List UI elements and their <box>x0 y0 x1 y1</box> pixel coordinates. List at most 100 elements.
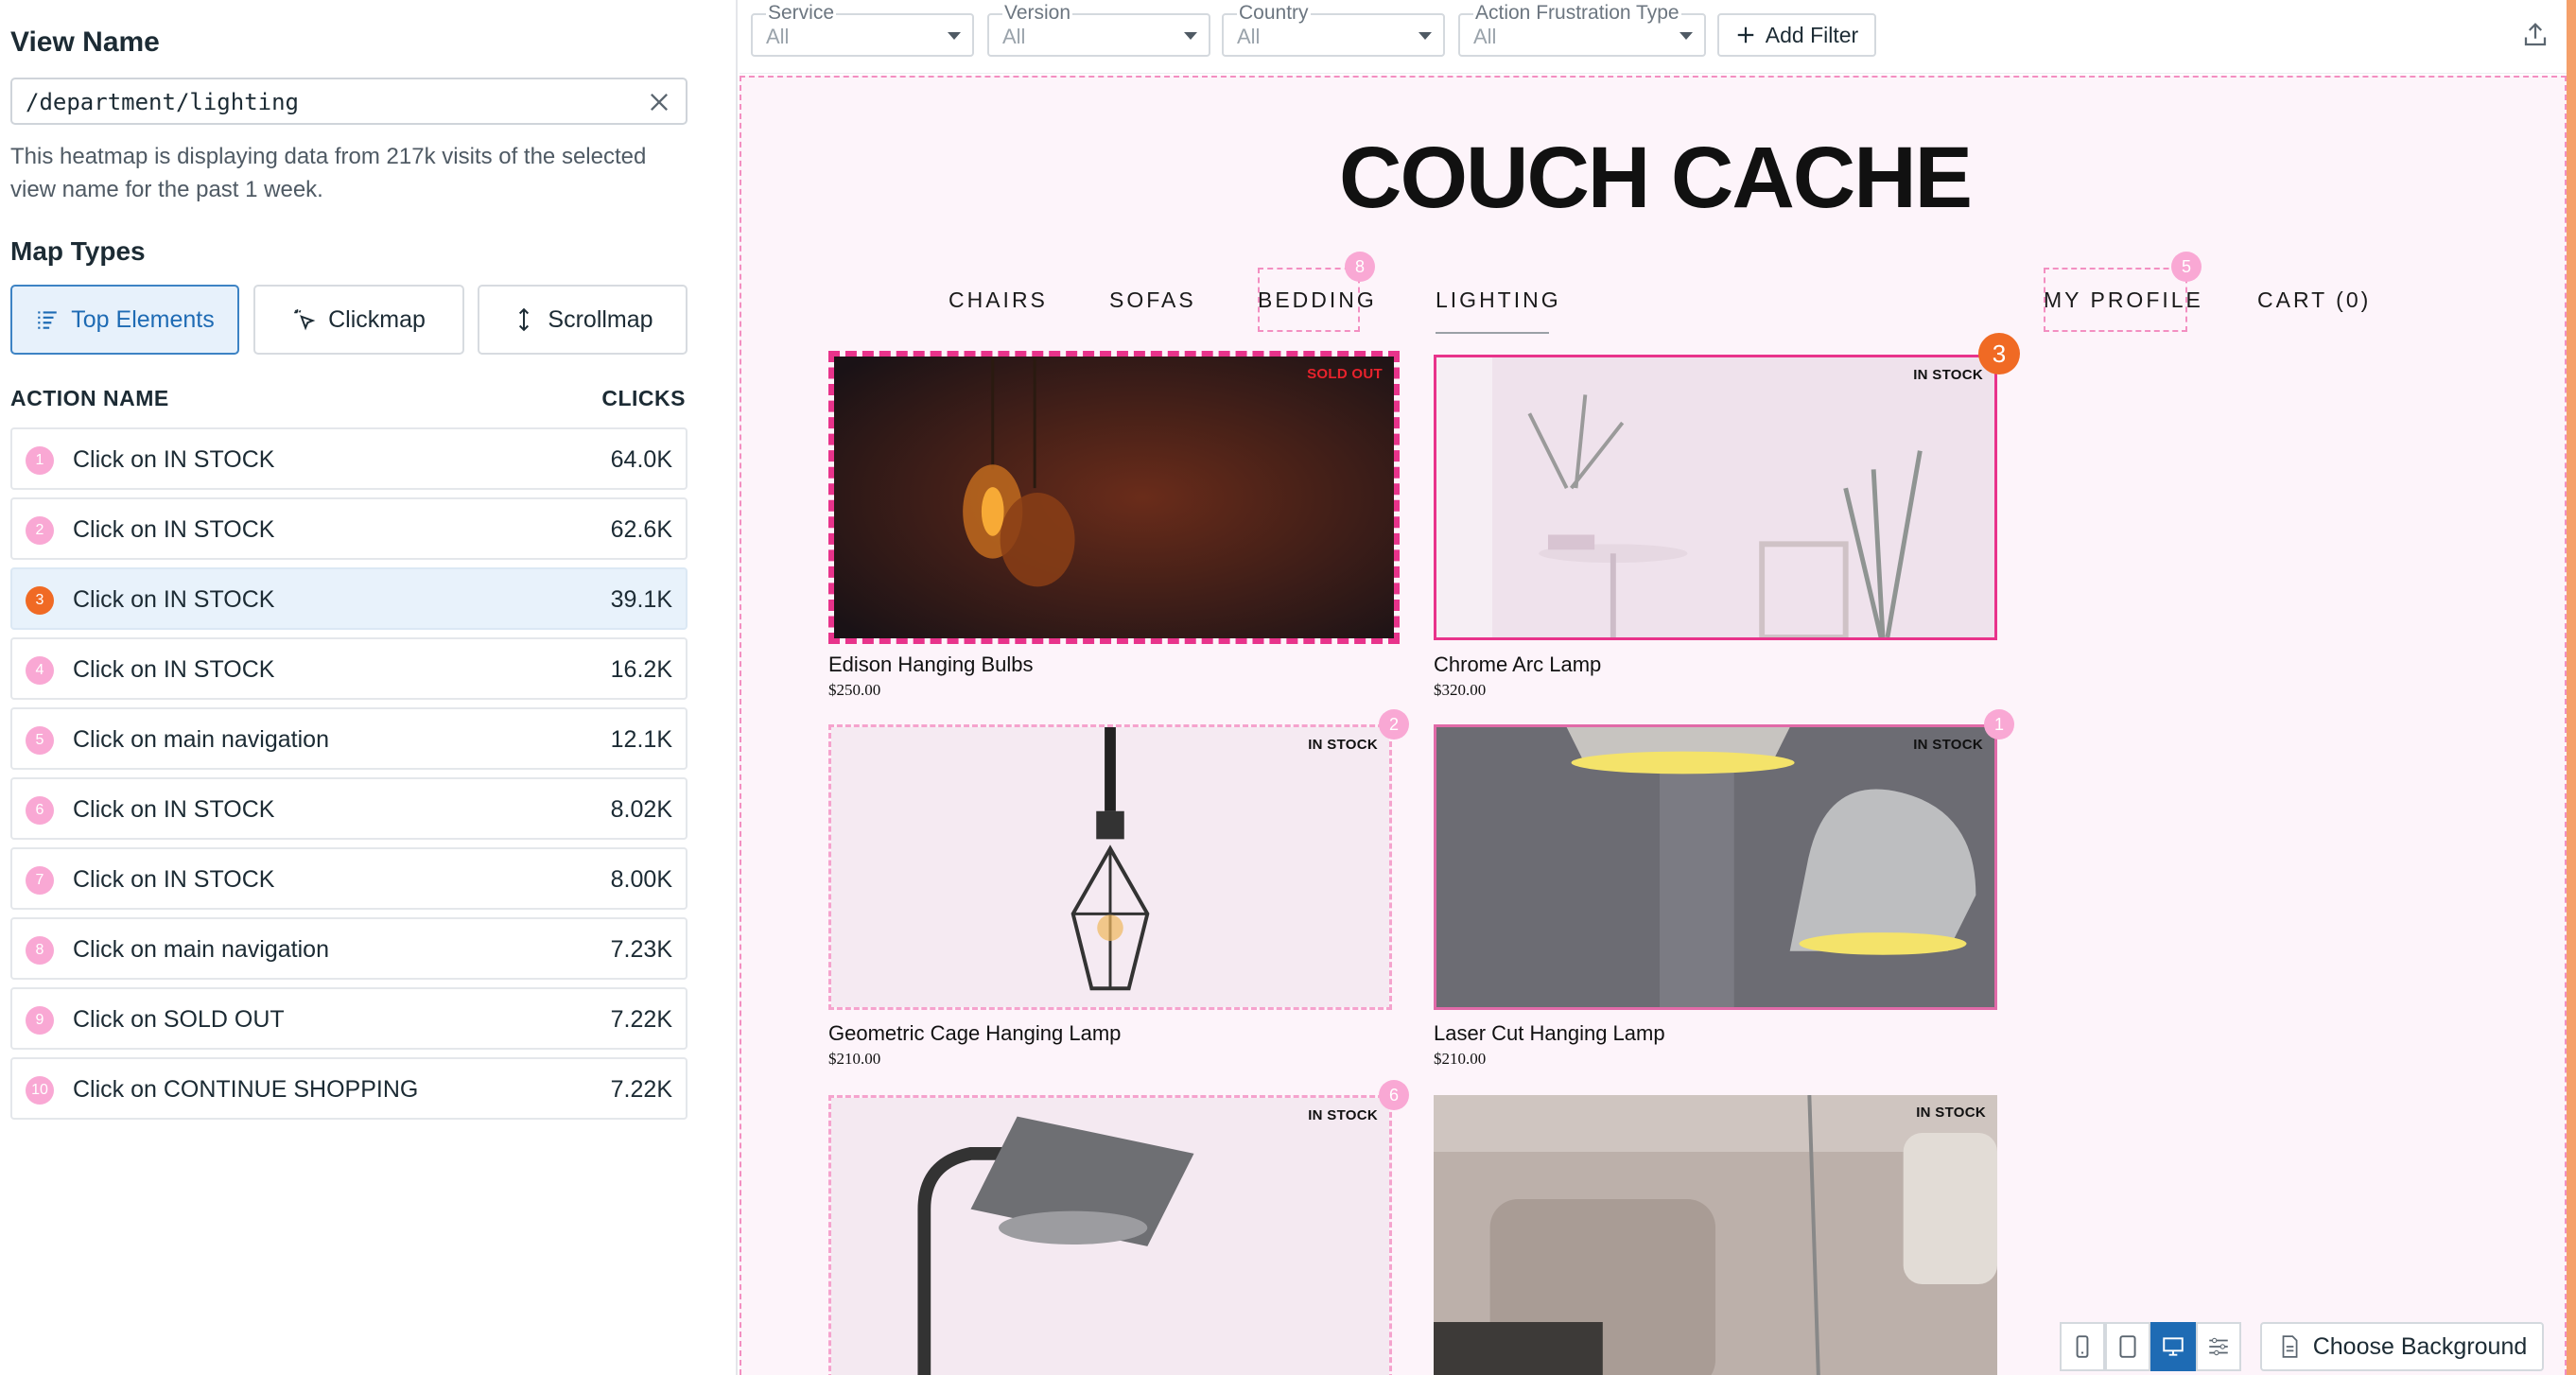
country-filter[interactable]: Country All <box>1222 2 1445 57</box>
product-image <box>1434 1095 1997 1375</box>
nav-my-profile[interactable]: MY PROFILE <box>2044 287 2203 313</box>
heat-badge-selected[interactable]: 3 <box>1978 333 2020 374</box>
country-filter-label: Country <box>1237 2 1311 25</box>
product-image <box>1436 727 1994 1007</box>
tablet-view-button[interactable] <box>2105 1322 2150 1371</box>
country-filter-value: All <box>1237 25 1261 48</box>
heat-badge[interactable]: 5 <box>2171 252 2202 282</box>
product-card[interactable]: IN STOCK <box>828 724 1392 1010</box>
mobile-view-button[interactable] <box>2060 1322 2105 1371</box>
tab-top-elements[interactable]: Top Elements <box>10 285 239 355</box>
action-row[interactable]: 7 Click on IN STOCK 8.00K <box>10 847 688 910</box>
action-row[interactable]: 10 Click on CONTINUE SHOPPING 7.22K <box>10 1057 688 1120</box>
export-icon[interactable] <box>2521 21 2550 49</box>
view-name-input[interactable]: /department/lighting <box>10 78 688 125</box>
product-price: $210.00 <box>1434 1050 1487 1068</box>
stock-label[interactable]: IN STOCK <box>1308 1107 1378 1123</box>
left-panel: View Name /department/lighting This heat… <box>0 0 738 1375</box>
product-card[interactable]: SOLD OUT <box>828 351 1400 644</box>
stock-label[interactable]: IN STOCK <box>1913 367 1983 383</box>
action-clicks: 62.6K <box>610 516 672 543</box>
nav-chairs[interactable]: CHAIRS <box>949 287 1048 313</box>
action-list: 1 Click on IN STOCK 64.0K 2 Click on IN STO… <box>10 427 688 1127</box>
service-filter-label: Service <box>766 2 837 25</box>
nav-sofas[interactable]: SOFAS <box>1109 287 1196 313</box>
action-row[interactable]: 2 Click on IN STOCK 62.6K <box>10 497 688 560</box>
tab-scrollmap[interactable]: Scrollmap <box>478 285 688 355</box>
column-clicks[interactable]: CLICKS <box>601 386 686 411</box>
close-icon[interactable] <box>646 89 672 115</box>
product-name[interactable]: Laser Cut Hanging Lamp <box>1434 1021 1665 1046</box>
heatmap-canvas: COUCH CACHE CHAIRS SOFAS BEDDING 8 LIGHT… <box>740 76 2567 1375</box>
tab-clickmap[interactable]: Clickmap <box>253 285 464 355</box>
product-card[interactable]: IN STOCK <box>1434 355 1997 640</box>
action-clicks: 7.23K <box>610 936 672 963</box>
version-filter-value: All <box>1002 25 1026 48</box>
action-name: Click on IN STOCK <box>73 586 275 613</box>
rank-badge: 4 <box>26 656 54 685</box>
heat-badge[interactable]: 1 <box>1984 709 2014 740</box>
column-action-name[interactable]: ACTION NAME <box>10 386 169 411</box>
product-name[interactable]: Geometric Cage Hanging Lamp <box>828 1021 1121 1046</box>
add-filter-button[interactable]: Add Filter <box>1717 13 1876 57</box>
rank-badge: 8 <box>26 936 54 965</box>
product-image <box>834 357 1394 638</box>
stock-label[interactable]: SOLD OUT <box>1307 366 1383 382</box>
nav-lighting[interactable]: LIGHTING <box>1436 287 1561 313</box>
stock-label[interactable]: IN STOCK <box>1916 1105 1986 1121</box>
nav-bedding[interactable]: BEDDING <box>1258 287 1377 313</box>
version-filter-label: Version <box>1002 2 1073 25</box>
heat-badge[interactable]: 2 <box>1379 709 1409 740</box>
action-clicks: 16.2K <box>610 656 672 683</box>
rank-badge: 6 <box>26 796 54 825</box>
view-name-title: View Name <box>10 26 160 58</box>
sliders-icon <box>2209 1337 2228 1356</box>
map-types-title: Map Types <box>10 236 146 266</box>
frustration-type-filter[interactable]: Action Frustration Type All <box>1458 2 1706 57</box>
product-card[interactable]: IN STOCK <box>828 1095 1392 1375</box>
view-name-value[interactable]: /department/lighting <box>26 89 299 115</box>
cursor-click-icon <box>294 309 316 331</box>
heat-badge[interactable]: 8 <box>1345 252 1375 282</box>
list-icon <box>38 311 58 329</box>
settings-button[interactable] <box>2196 1322 2241 1371</box>
stock-label[interactable]: IN STOCK <box>1308 737 1378 753</box>
choose-background-label: Choose Background <box>2312 1332 2528 1360</box>
nav-active-underline <box>1436 332 1549 334</box>
action-row[interactable]: 1 Click on IN STOCK 64.0K <box>10 427 688 490</box>
document-icon <box>2282 1335 2298 1358</box>
service-filter[interactable]: Service All <box>751 2 974 57</box>
nav-cart[interactable]: CART (0) <box>2257 287 2371 313</box>
tab-scrollmap-label: Scrollmap <box>548 305 653 333</box>
action-clicks: 12.1K <box>610 726 672 753</box>
action-row[interactable]: 6 Click on IN STOCK 8.02K <box>10 777 688 840</box>
action-clicks: 64.0K <box>610 446 672 473</box>
action-row[interactable]: 9 Click on SOLD OUT 7.22K <box>10 987 688 1050</box>
action-row[interactable]: 4 Click on IN STOCK 16.2K <box>10 637 688 700</box>
action-row-selected[interactable]: 3 Click on IN STOCK 39.1K <box>10 567 688 630</box>
rank-badge: 3 <box>26 586 54 615</box>
filter-bar: Service All Version All Country All Acti… <box>740 0 2576 74</box>
product-image <box>831 727 1389 1007</box>
desktop-icon <box>2163 1337 2184 1356</box>
stock-label[interactable]: IN STOCK <box>1913 737 1983 753</box>
product-name[interactable]: Edison Hanging Bulbs <box>828 653 1033 677</box>
product-name[interactable]: Chrome Arc Lamp <box>1434 653 1601 677</box>
phone-icon <box>2076 1335 2089 1358</box>
action-name: Click on SOLD OUT <box>73 1006 285 1033</box>
view-description: This heatmap is displaying data from 217… <box>10 144 647 202</box>
rank-badge: 9 <box>26 1006 54 1035</box>
action-row[interactable]: 8 Click on main navigation 7.23K <box>10 917 688 980</box>
product-card[interactable]: IN STOCK <box>1434 1095 1997 1375</box>
product-price: $320.00 <box>1434 681 1487 699</box>
device-toggle <box>2060 1322 2241 1375</box>
action-row[interactable]: 5 Click on main navigation 12.1K <box>10 707 688 770</box>
version-filter[interactable]: Version All <box>987 2 1210 57</box>
chevron-down-icon <box>1184 32 1197 40</box>
choose-background-button[interactable]: Choose Background <box>2260 1322 2544 1371</box>
heat-badge[interactable]: 6 <box>1379 1080 1409 1110</box>
product-card[interactable]: IN STOCK <box>1434 724 1997 1010</box>
action-name: Click on IN STOCK <box>73 516 275 543</box>
frustration-type-filter-value: All <box>1473 25 1497 48</box>
desktop-view-button[interactable] <box>2150 1322 2196 1371</box>
